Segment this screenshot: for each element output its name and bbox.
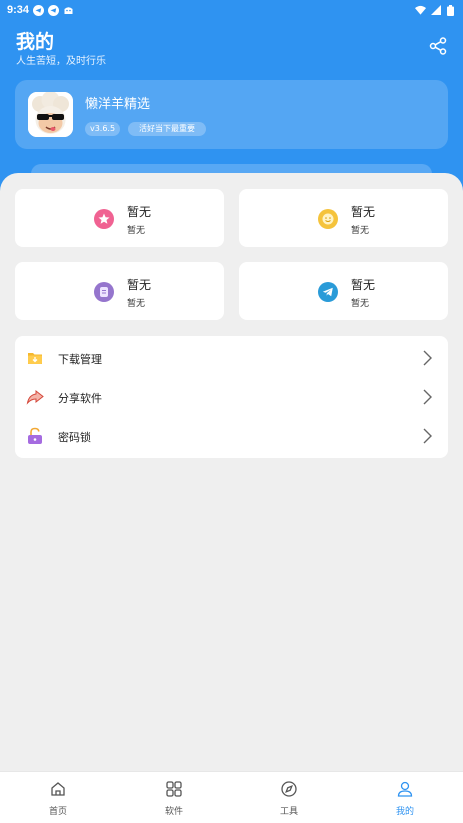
app-info-card[interactable]: 懒洋羊精选 v3.6.5 活好当下最重要	[15, 80, 448, 149]
tab-label: 我的	[395, 807, 414, 817]
page-subtitle: 人生苦短，及时行乐	[16, 56, 106, 67]
unlock-icon	[26, 427, 44, 445]
chevron-right-icon	[420, 427, 434, 445]
status-time: 9:34	[7, 4, 30, 16]
feature-card-1[interactable]: 暂无 暂无	[15, 189, 224, 247]
feature-card-title: 暂无	[351, 278, 376, 292]
app-logo	[28, 92, 73, 137]
telegram-notification-icon	[48, 4, 60, 16]
feature-card-title: 暂无	[127, 205, 152, 219]
telegram-notification-icon	[33, 4, 45, 16]
feature-card-title: 暂无	[127, 278, 152, 292]
menu-item-label: 下载管理	[58, 353, 102, 366]
tab-label: 软件	[164, 807, 183, 817]
menu-item-label: 分享软件	[58, 392, 102, 405]
menu-item-label: 密码锁	[58, 431, 91, 444]
feature-card-subtitle: 暂无	[351, 299, 370, 309]
share-button[interactable]	[428, 36, 448, 56]
download-folder-icon	[26, 349, 44, 367]
wifi-icon	[415, 5, 426, 16]
app-name: 懒洋羊精选	[85, 97, 151, 112]
tab-tools[interactable]: 工具	[231, 772, 347, 823]
feature-card-4[interactable]: 暂无 暂无	[239, 262, 448, 320]
chevron-right-icon	[420, 388, 434, 406]
bottom-tab-bar: 首页 软件 工具 我的	[0, 771, 463, 823]
tab-home[interactable]: 首页	[0, 772, 116, 823]
version-badge: v3.6.5	[85, 122, 120, 136]
share-arrow-icon	[26, 388, 44, 406]
tab-software[interactable]: 软件	[116, 772, 232, 823]
feature-card-subtitle: 暂无	[351, 226, 370, 236]
chevron-right-icon	[420, 349, 434, 367]
menu-item-password-lock[interactable]: 密码锁	[15, 416, 448, 455]
slogan-badge: 活好当下最重要	[128, 122, 206, 136]
feature-card-3[interactable]: 暂无 暂无	[15, 262, 224, 320]
feature-card-title: 暂无	[351, 205, 376, 219]
menu-item-share[interactable]: 分享软件	[15, 377, 448, 416]
home-icon	[49, 780, 67, 798]
feature-card-subtitle: 暂无	[127, 299, 146, 309]
feature-card-subtitle: 暂无	[127, 226, 146, 236]
tab-label: 首页	[48, 807, 67, 817]
share-icon	[429, 37, 447, 55]
note-icon	[94, 282, 114, 302]
feature-card-2[interactable]: 暂无 暂无	[239, 189, 448, 247]
menu-item-download[interactable]: 下载管理	[15, 338, 448, 377]
telegram-icon	[318, 282, 338, 302]
page-title: 我的	[16, 31, 55, 53]
smiley-icon	[318, 209, 338, 229]
status-bar: 9:34	[0, 0, 463, 20]
grid-icon	[165, 780, 183, 798]
battery-icon	[445, 4, 456, 16]
compass-icon	[280, 780, 298, 798]
user-icon	[396, 780, 414, 798]
signal-icon	[430, 5, 441, 16]
android-notification-icon	[63, 5, 74, 16]
tab-label: 工具	[279, 807, 298, 817]
star-icon	[94, 209, 114, 229]
header-background: 9:34 我的 人生苦短，及时行乐 懒洋羊精选 v3.6.5 活好当下最重要	[0, 0, 463, 200]
tab-mine[interactable]: 我的	[347, 772, 463, 823]
menu-list: 下载管理 分享软件 密码锁	[15, 336, 448, 458]
